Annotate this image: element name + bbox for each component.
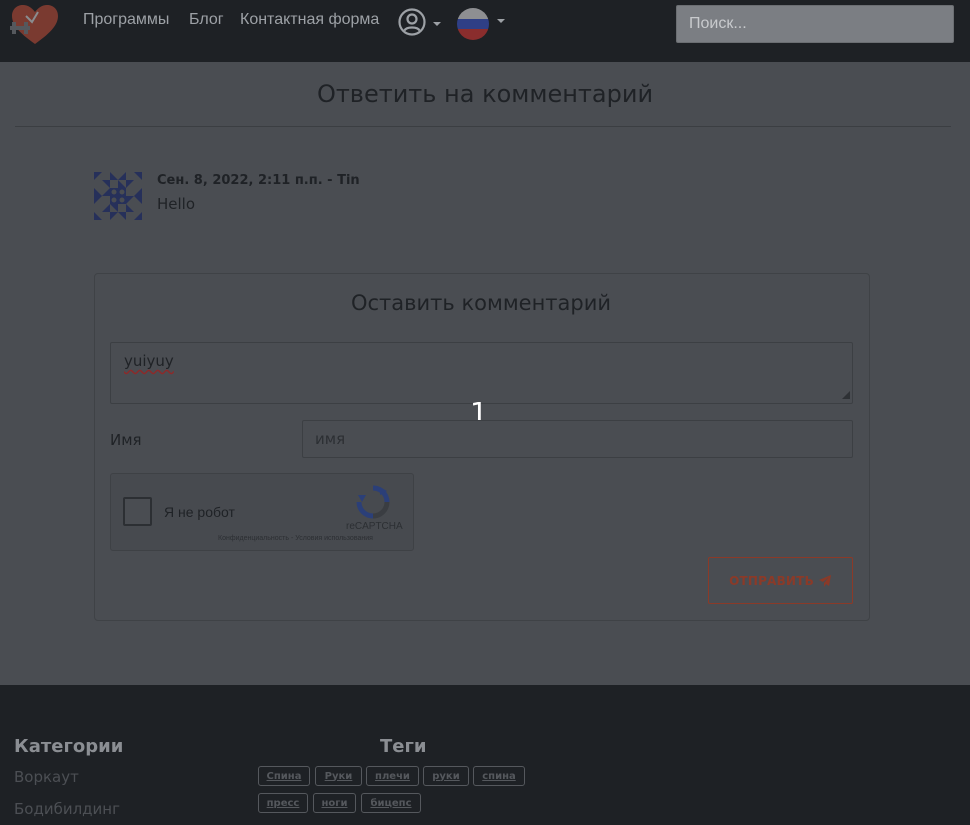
- comment-form-title: Оставить комментарий: [350, 291, 612, 315]
- resize-handle-icon[interactable]: [842, 391, 850, 399]
- nav-link-programs[interactable]: Программы: [83, 11, 169, 29]
- nav-link-contact[interactable]: Контактная форма: [240, 11, 379, 29]
- footer-tags-title: Теги: [380, 736, 427, 757]
- tag-link[interactable]: руки: [423, 766, 469, 786]
- comment-text: Hello: [157, 195, 196, 213]
- recaptcha-logo-icon: [356, 485, 390, 519]
- chevron-down-icon[interactable]: [433, 22, 441, 26]
- footer-category-link[interactable]: Воркаут: [14, 768, 79, 786]
- recaptcha-label: Я не робот: [164, 504, 235, 520]
- footer-category-link[interactable]: Бодибилдинг: [14, 800, 120, 818]
- tag-link[interactable]: бицепс: [361, 793, 421, 813]
- tag-link[interactable]: плечи: [366, 766, 419, 786]
- user-account-icon[interactable]: [397, 7, 427, 37]
- tag-link[interactable]: спина: [473, 766, 525, 786]
- chevron-down-icon[interactable]: [497, 19, 505, 23]
- nav-link-blog[interactable]: Блог: [189, 11, 224, 29]
- comment-textarea[interactable]: [110, 342, 853, 404]
- recaptcha-privacy-terms-links[interactable]: Конфиденциальность - Условия использован…: [218, 535, 373, 542]
- tag-link[interactable]: Руки: [315, 766, 362, 786]
- name-label: Имя: [110, 431, 142, 449]
- navbar: Программы Блог Контактная форма: [0, 0, 970, 62]
- russian-flag-icon[interactable]: [457, 8, 489, 40]
- comment-textarea-value[interactable]: yuiyuy: [124, 352, 174, 370]
- title-divider: [15, 126, 951, 127]
- name-input[interactable]: [302, 420, 853, 458]
- recaptcha-brand: reCAPTCHA: [346, 521, 403, 532]
- heart-dumbbell-logo-icon[interactable]: [8, 2, 62, 46]
- footer: [0, 685, 970, 825]
- submit-button[interactable]: ОТПРАВИТЬ: [708, 557, 853, 604]
- footer-categories-title: Категории: [14, 736, 124, 757]
- tag-link[interactable]: пресс: [258, 793, 308, 813]
- tag-link[interactable]: ноги: [313, 793, 356, 813]
- comment-meta: Сен. 8, 2022, 2:11 п.п. - Tin: [157, 173, 360, 188]
- recaptcha-checkbox[interactable]: [123, 497, 152, 526]
- page-title: Ответить на комментарий: [316, 80, 654, 108]
- identicon-avatar: [94, 172, 142, 220]
- paper-plane-icon: [818, 574, 831, 587]
- search-input[interactable]: [676, 5, 954, 43]
- submit-button-label: ОТПРАВИТЬ: [729, 573, 814, 588]
- tag-link[interactable]: Спина: [258, 766, 310, 786]
